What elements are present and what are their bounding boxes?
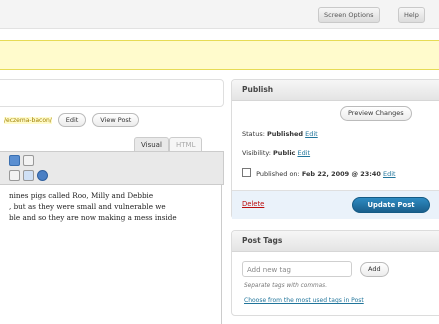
most-used-tags-link[interactable]: Choose from the most used tags in Post bbox=[244, 297, 364, 304]
published-value: Feb 22, 2009 @ 23:40 bbox=[301, 170, 381, 178]
publish-box: Publish Preview Changes Status: Publishe… bbox=[231, 79, 439, 219]
published-row: Published on: Feb 22, 2009 @ 23:40 Edit bbox=[242, 168, 396, 178]
post-editor: /eczema-bacon/ Edit View Post Visual HTM… bbox=[0, 79, 224, 324]
published-label: Published on: bbox=[256, 170, 300, 178]
update-notice bbox=[0, 40, 439, 70]
preview-changes-button[interactable]: Preview Changes bbox=[340, 106, 412, 121]
view-post-button[interactable]: View Post bbox=[92, 113, 140, 127]
fullscreen-icon[interactable] bbox=[9, 155, 20, 166]
calendar-icon bbox=[242, 168, 251, 177]
media-icon[interactable] bbox=[37, 170, 48, 181]
status-row: Status: Published Edit bbox=[242, 130, 318, 138]
permalink-edit-button[interactable]: Edit bbox=[57, 113, 87, 127]
visibility-value: Public bbox=[273, 149, 296, 157]
status-label: Status: bbox=[242, 130, 265, 138]
screen-options-button[interactable]: Screen Options bbox=[318, 7, 380, 23]
tag-hint-text: Separate tags with commas. bbox=[244, 283, 328, 289]
publish-box-title: Publish bbox=[232, 80, 439, 101]
content-line: ble and so they are now making a mess in… bbox=[9, 213, 177, 222]
new-tag-input[interactable]: Add new tag bbox=[242, 261, 352, 277]
status-value: Published bbox=[266, 130, 304, 138]
editor-toolbar bbox=[0, 151, 224, 185]
delete-link[interactable]: Delete bbox=[242, 200, 264, 208]
permalink-row: /eczema-bacon/ Edit View Post bbox=[4, 113, 140, 127]
visibility-edit-link[interactable]: Edit bbox=[297, 149, 310, 157]
update-post-button[interactable]: Update Post bbox=[352, 197, 430, 213]
post-content-area[interactable]: nines pigs called Roo, Milly and Debbie … bbox=[0, 184, 222, 324]
permalink-slug[interactable]: /eczema-bacon/ bbox=[4, 116, 52, 124]
help-icon[interactable] bbox=[23, 170, 34, 181]
post-tags-title: Post Tags bbox=[232, 231, 439, 252]
published-edit-link[interactable]: Edit bbox=[383, 170, 396, 178]
post-title-input[interactable] bbox=[0, 79, 224, 107]
tab-html[interactable]: HTML bbox=[169, 137, 203, 152]
admin-header: Screen Options Help bbox=[0, 0, 439, 29]
visibility-row: Visibility: Public Edit bbox=[242, 149, 310, 157]
status-edit-link[interactable]: Edit bbox=[305, 130, 318, 138]
content-line: , but as they were small and vulnerable … bbox=[9, 202, 166, 211]
publish-actions: Delete Update Post bbox=[232, 190, 439, 219]
add-tag-button[interactable]: Add bbox=[360, 262, 389, 277]
content-line: nines pigs called Roo, Milly and Debbie bbox=[9, 191, 154, 200]
post-tags-box: Post Tags Add new tag Add Separate tags … bbox=[231, 230, 439, 316]
kitchen-sink-icon[interactable] bbox=[23, 155, 34, 166]
format-icon[interactable] bbox=[9, 170, 20, 181]
tab-visual[interactable]: Visual bbox=[134, 137, 169, 152]
visibility-label: Visibility: bbox=[242, 149, 271, 157]
help-button[interactable]: Help bbox=[398, 7, 425, 23]
